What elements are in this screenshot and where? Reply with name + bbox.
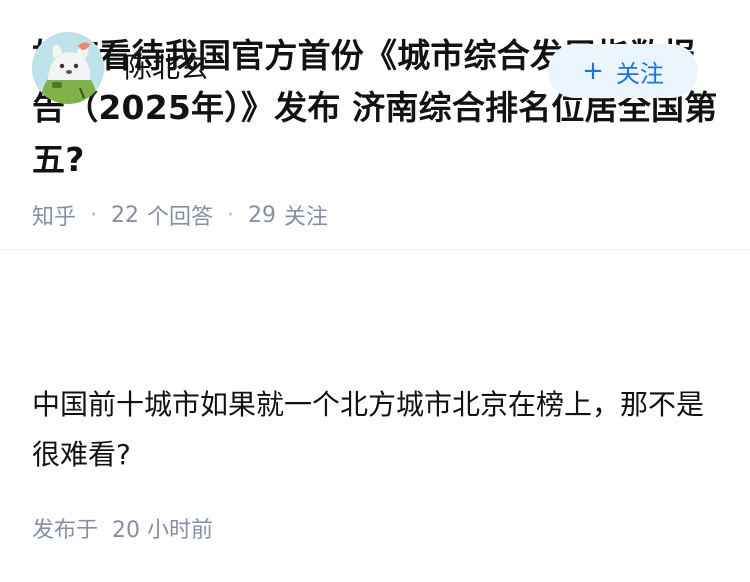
answer-timestamp: 发布于 20 小时前 bbox=[32, 516, 213, 546]
timestamp-label: 发布于 bbox=[32, 518, 99, 543]
answer-content[interactable]: 中国前十城市如果就一个北方城市北京在榜上，那不是很难看? bbox=[32, 380, 712, 480]
follow-count-label: 关注 bbox=[284, 205, 329, 230]
answer-count: 22 bbox=[111, 202, 140, 228]
separator-dot: · bbox=[90, 202, 98, 228]
follow-count: 29 bbox=[248, 202, 277, 228]
author-name[interactable]: 陈北玄 bbox=[124, 50, 208, 86]
plus-icon: + bbox=[582, 56, 604, 86]
separator-dot: · bbox=[227, 202, 235, 228]
source-label[interactable]: 知乎 bbox=[32, 199, 76, 231]
timestamp-value: 20 小时前 bbox=[112, 518, 214, 543]
avatar[interactable] bbox=[32, 32, 104, 104]
answer-count-label: 个回答 bbox=[147, 205, 214, 230]
page: 如何看待我国官方首份《城市综合发展指数报告（2025年）》发布 济南综合排名位居… bbox=[0, 0, 750, 582]
follow-button[interactable]: + 关注 bbox=[548, 44, 698, 98]
avatar-illustration-icon bbox=[32, 32, 104, 104]
question-header: 如何看待我国官方首份《城市综合发展指数报告（2025年）》发布 济南综合排名位居… bbox=[0, 0, 750, 250]
follow-button-label: 关注 bbox=[615, 59, 664, 88]
question-meta: 知乎 · 22 个回答 · 29 关注 bbox=[32, 199, 718, 231]
